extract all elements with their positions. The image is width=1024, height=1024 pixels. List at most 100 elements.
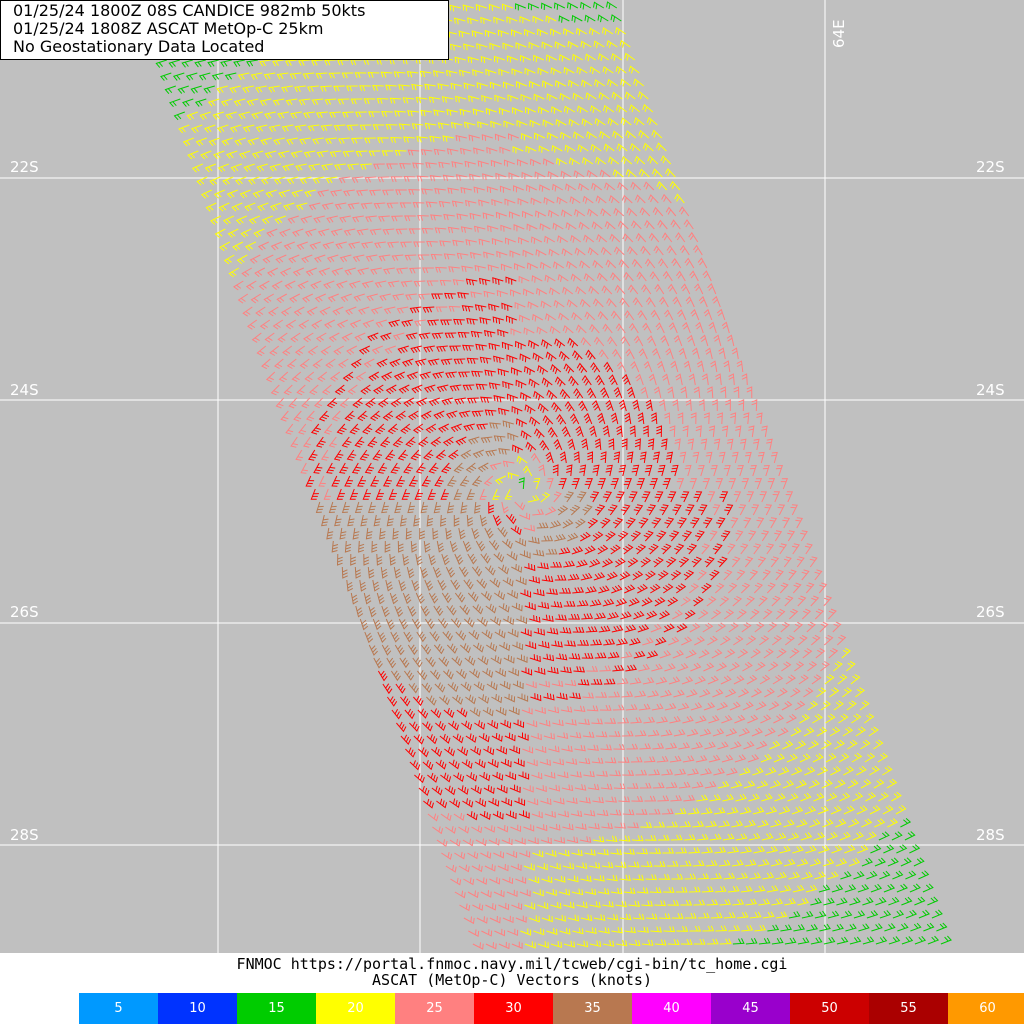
wind-barb	[339, 254, 352, 263]
wind-barb	[659, 296, 669, 308]
wind-barb	[511, 602, 523, 612]
wind-barb	[445, 371, 457, 379]
wind-barb	[186, 111, 198, 121]
wind-barb	[557, 235, 569, 244]
wind-barb	[586, 665, 599, 672]
wind-barb	[658, 874, 671, 880]
wind-barb	[583, 810, 596, 817]
wind-barb	[426, 514, 434, 527]
wind-barb	[398, 384, 410, 394]
wind-barb	[426, 734, 438, 745]
wind-barb	[282, 163, 294, 172]
wind-barb	[421, 227, 434, 234]
wind-barb	[484, 409, 497, 416]
wind-barb	[487, 758, 499, 768]
wind-barb	[303, 111, 315, 119]
wind-barb	[453, 358, 466, 365]
wind-barb	[713, 767, 725, 776]
wind-barb	[597, 888, 610, 895]
wind-barb	[524, 941, 536, 949]
wind-barb	[308, 163, 320, 171]
wind-barb	[530, 158, 542, 167]
wind-barb	[577, 639, 590, 646]
wind-barb	[555, 119, 567, 127]
wind-barb	[453, 515, 460, 527]
wind-barb	[865, 792, 877, 802]
wind-barb	[604, 220, 616, 230]
wind-barb	[868, 726, 879, 737]
wind-barb	[592, 464, 600, 477]
wind-barb	[626, 386, 636, 399]
wind-barb	[671, 257, 682, 269]
wind-barb	[693, 596, 704, 607]
wind-barb	[742, 661, 753, 672]
wind-barb	[718, 451, 726, 464]
wind-barb	[640, 861, 653, 868]
wind-barb	[333, 85, 345, 92]
wind-barb	[624, 310, 635, 321]
wind-barb	[638, 348, 648, 360]
wind-barb	[474, 759, 486, 769]
wind-barb	[849, 897, 861, 906]
wind-barb	[770, 858, 783, 867]
wind-barb	[892, 909, 905, 919]
wind-barb	[740, 543, 749, 555]
wind-barb	[558, 888, 571, 896]
wind-barb	[492, 771, 504, 781]
wind-barb	[576, 600, 589, 607]
wind-barb	[790, 504, 798, 516]
wind-barb	[398, 579, 407, 592]
wind-barb	[733, 635, 744, 646]
wind-barb	[738, 399, 745, 412]
wind-barb	[615, 598, 628, 607]
wind-barb	[268, 85, 280, 93]
wind-barb	[450, 579, 461, 591]
wind-barb	[610, 848, 622, 855]
wind-barb	[657, 219, 668, 230]
wind-barb	[352, 215, 364, 223]
wind-barb	[468, 95, 480, 103]
wind-barb	[611, 584, 623, 594]
wind-barb	[590, 491, 600, 503]
wind-barb	[786, 753, 798, 763]
wind-barb	[759, 635, 770, 646]
wind-barb	[480, 890, 492, 898]
wind-barb	[500, 263, 512, 271]
wind-barb	[467, 436, 480, 445]
wind-barb	[323, 280, 335, 290]
wind-barb	[582, 504, 593, 516]
wind-barb	[372, 618, 382, 631]
wind-barb	[601, 285, 613, 295]
wind-barb	[559, 587, 572, 594]
wind-barb	[582, 731, 595, 738]
wind-barb	[846, 660, 856, 672]
wind-barb	[432, 371, 444, 379]
wind-barb	[701, 886, 714, 893]
wind-barb	[817, 805, 829, 815]
wind-barb	[475, 383, 488, 390]
wind-barb	[515, 876, 527, 884]
wind-barb	[336, 319, 349, 329]
wind-barb	[415, 553, 423, 566]
wind-barb	[730, 741, 742, 750]
wind-barb	[648, 194, 659, 204]
wind-barb	[722, 794, 734, 802]
wind-barb	[512, 444, 524, 454]
wind-barb	[579, 260, 591, 269]
wind-barb	[650, 926, 662, 933]
wind-barb	[391, 708, 402, 720]
wind-barb	[502, 876, 514, 885]
wind-barb	[510, 289, 521, 297]
wind-barb	[412, 423, 424, 434]
wind-barb	[563, 560, 576, 568]
wind-barb	[486, 681, 498, 691]
wind-barb	[562, 519, 574, 529]
wind-barb	[887, 818, 899, 828]
wind-barb	[231, 202, 243, 212]
wind-barb	[541, 2, 553, 11]
wind-barb	[428, 553, 437, 566]
wind-barb	[634, 438, 641, 451]
wind-barb	[578, 757, 591, 765]
wind-barb	[762, 911, 775, 919]
wind-barb	[862, 897, 874, 906]
